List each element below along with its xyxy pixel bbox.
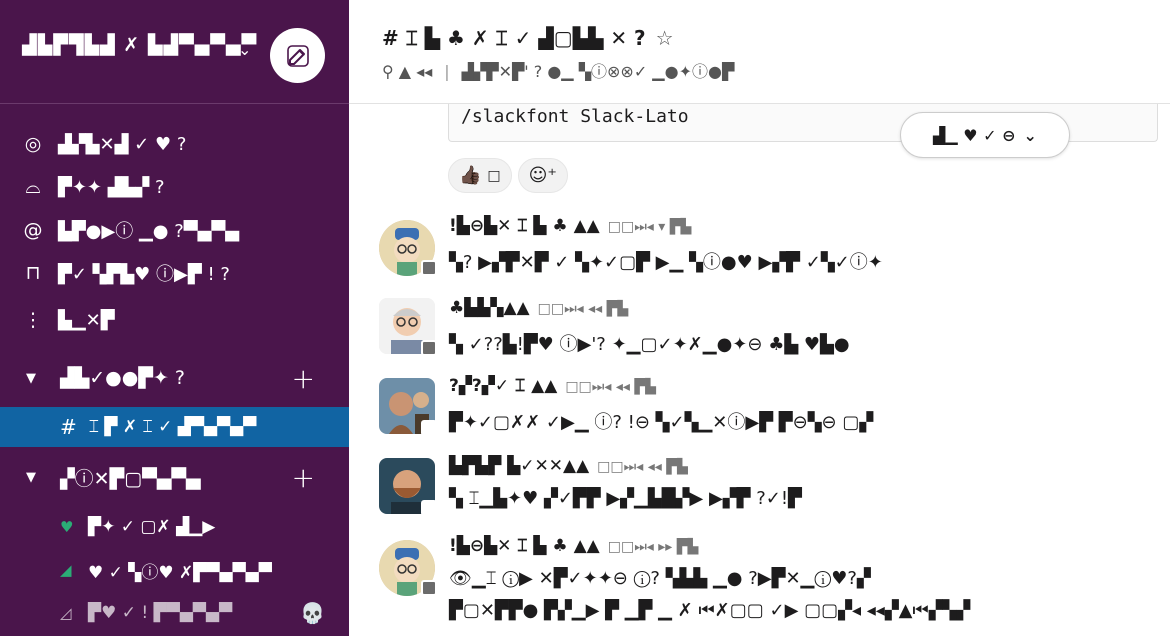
presence-badge bbox=[421, 580, 437, 596]
sidebar-item-dm[interactable]: ◿ ▛♥ ✓ ! ▛▀▄▀▄▀ 💀 bbox=[0, 593, 349, 633]
status-triangle-outline-icon: ◿ bbox=[60, 604, 72, 622]
compose-button[interactable] bbox=[270, 28, 325, 83]
timestamp: □□⏭◂ ◂◂ ▛▙ bbox=[565, 379, 656, 395]
nav-label: ▛✦✦ ▟▙▞ ? bbox=[58, 176, 165, 198]
section-direct-messages[interactable]: ▼ ▞ⓘ✕▛▢▀▄▀▄ + bbox=[0, 457, 349, 497]
message-text: ▛✦✓▢✗✗ ✓▶▁ ⓘ? !⊖ ▚✓▚▁✕ⓘ▶▛ ▛⊖▚⊖ ▢▞ bbox=[449, 412, 874, 433]
message-text: ▚? ▶▞▛✕▛ ✓ ▚✦✓▢▛ ▶▁ ▚ⓘ●♥ ▶▞▛ ✓▚✓ⓘ✦ bbox=[449, 252, 883, 273]
timestamp: □□⏭◂ ▸▸ ▛▙ bbox=[607, 539, 699, 555]
chevron-down-icon[interactable]: ⌄ bbox=[238, 40, 251, 59]
status-triangle-icon: ◢ bbox=[60, 561, 72, 579]
nav-mentions[interactable]: @ ▙▛●▶ⓘ ▁● ?▀▄▀▄ bbox=[0, 212, 349, 248]
workspace-name[interactable]: ▟▙▛▜▙▟ ✗ ▙▟▀▄▀▄▀ bbox=[22, 34, 257, 56]
nav-label: ▟▞▙✕▟ ✓ ♥ ? bbox=[58, 133, 187, 155]
at-icon: @ bbox=[23, 219, 43, 241]
chevron-down-icon: ⌄ bbox=[1023, 125, 1037, 145]
threads-icon: ◎ bbox=[24, 133, 42, 155]
dm-label: ▛♥ ✓ ! ▛▀▄▀▄▀ bbox=[88, 603, 233, 623]
sidebar: ▟▙▛▜▙▟ ✗ ▙▟▀▄▀▄▀ ⌄ ◎ ▟▞▙✕▟ ✓ ♥ ? ⌓ ▛✦✦ ▟… bbox=[0, 0, 349, 636]
add-channel-button[interactable]: + bbox=[292, 362, 315, 395]
add-dm-button[interactable]: + bbox=[292, 461, 315, 494]
add-reaction-button[interactable]: ☺⁺ bbox=[517, 158, 568, 193]
nav-threads[interactable]: ◎ ▟▞▙✕▟ ✓ ♥ ? bbox=[0, 126, 349, 162]
caret-down-icon: ▼ bbox=[26, 370, 36, 386]
more-vertical-icon: ⋮ bbox=[23, 309, 43, 331]
message-text: ▛▢✕▛▛● ▛▞▁▶ ▛ ▁▛ ▁ ✗ ⏮✗▢▢ ✓▶ ▢▢▞◂ ◂◂▞▲⏮▞… bbox=[449, 600, 971, 621]
compose-icon bbox=[286, 44, 309, 67]
timestamp: □□⏭◂ ◂◂ ▛▙ bbox=[537, 301, 629, 317]
dm-label: ♥ ✓ ▚ⓘ♥ ✗▛▀▄▀▄▀ bbox=[88, 562, 272, 583]
hash-icon: # bbox=[60, 415, 77, 439]
nav-saved[interactable]: ⊓ ▛✓ ▚▛▙♥ ⓘ▶▛ ! ? bbox=[0, 255, 349, 291]
reaction-thumbs-up[interactable]: 👍🏿 □ bbox=[448, 158, 512, 193]
sender-name[interactable]: ▙▛▙▛ ▙✓✕✕▲▲ □□⏭◂ ◂◂ ▛▙ bbox=[449, 456, 688, 476]
sidebar-item-dm[interactable]: ◢ ♥ ✓ ▚ⓘ♥ ✗▛▀▄▀▄▀ bbox=[0, 550, 349, 590]
status-heart-icon: ♥ bbox=[60, 518, 74, 536]
sender-name[interactable]: !▙⊖▙✕ ⌶ ▙ ♣ ▲▲ □□⏭◂ ▸▸ ▛▙ bbox=[449, 536, 698, 556]
nav-dms[interactable]: ⌓ ▛✦✦ ▟▙▞ ? bbox=[0, 169, 349, 205]
chat-icon: ⌓ bbox=[25, 176, 41, 198]
channel-title[interactable]: # ⌶ ▙ ♣ ✗ ⌶ ✓ ▟▢▙▙ ✕ ? ☆ bbox=[382, 26, 674, 50]
nav-label: ▙▁✕▛ bbox=[58, 309, 115, 331]
timestamp: □□⏭◂ ▾ ▛▙ bbox=[607, 219, 692, 235]
reaction-count: □ bbox=[487, 167, 501, 184]
section-label: ▞ⓘ✕▛▢▀▄▀▄ bbox=[60, 467, 201, 490]
font-dropdown[interactable]: ▟▁ ♥ ✓ ⊖ ⌄ bbox=[900, 112, 1070, 158]
nav-label: ▛✓ ▚▛▙♥ ⓘ▶▛ ! ? bbox=[58, 264, 230, 285]
sender-name[interactable]: !▙⊖▙✕ ⌶ ▙ ♣ ▲▲ □□⏭◂ ▾ ▛▙ bbox=[449, 216, 691, 236]
presence-badge bbox=[421, 340, 437, 356]
star-icon[interactable]: ☆ bbox=[656, 26, 674, 50]
presence-badge bbox=[421, 420, 437, 436]
nav-more[interactable]: ⋮ ▙▁✕▛ bbox=[0, 302, 349, 338]
timestamp: □□⏭◂ ◂◂ ▛▙ bbox=[597, 459, 688, 475]
presence-badge bbox=[421, 500, 437, 516]
reactions-bar: 👍🏿 □ ☺⁺ bbox=[448, 158, 568, 193]
skull-icon: 💀 bbox=[300, 601, 325, 625]
presence-badge bbox=[421, 260, 437, 276]
channel-header: # ⌶ ▙ ♣ ✗ ⌶ ✓ ▟▢▙▙ ✕ ? ☆ ⚲ ▲ ◂◂ | ▟▞▛✕▛' ? … bbox=[349, 0, 1170, 104]
add-reaction-icon: ☺⁺ bbox=[528, 165, 557, 186]
channel-topic: ▟▞▛✕▛' ? ●▁ ▚ⓘ⊗⊗✓ ▁●✦ⓘ●▛ bbox=[461, 62, 735, 81]
sidebar-item-dm[interactable]: ♥ ▛✦ ✓ ▢✗ ▟▁▶ bbox=[0, 507, 349, 547]
main-pane: /slackfont Slack-Lato ▟▁ ♥ ✓ ⊖ ⌄ 👍🏿 □ ☺⁺… bbox=[349, 0, 1170, 636]
bookmark-icon: ⊓ bbox=[25, 262, 41, 284]
dm-label: ▛✦ ✓ ▢✗ ▟▁▶ bbox=[88, 517, 216, 537]
section-label: ▟▙✓●●▛✦ ? bbox=[60, 367, 185, 389]
sender-name[interactable]: ?▞?▞✓ ⌶ ▲▲ □□⏭◂ ◂◂ ▛▙ bbox=[449, 376, 656, 396]
dropdown-label: ▟▁ ♥ ✓ ⊖ bbox=[933, 125, 1016, 145]
message-text: ▚ ✓??▙!▛♥ ⓘ▶'? ✦▁▢✓✦✗▁●✦⊖ ♣▙ ♥▙● bbox=[449, 334, 850, 355]
section-channels[interactable]: ▼ ▟▙✓●●▛✦ ? + bbox=[0, 358, 349, 398]
sender-name[interactable]: ♣▙▙▚▲▲ □□⏭◂ ◂◂ ▛▙ bbox=[449, 298, 628, 318]
pin-icon[interactable]: ⚲ ▲ ◂◂ bbox=[382, 62, 432, 81]
sidebar-item-active-channel[interactable]: # ⌶ ▛ ✗ ⌶ ✓ ▟▀▄▀▄▀ bbox=[0, 407, 349, 447]
nav-label: ▙▛●▶ⓘ ▁● ?▀▄▀▄ bbox=[58, 221, 240, 242]
caret-down-icon: ▼ bbox=[26, 469, 36, 485]
message-text: ▚ ⌶▁▙✦♥ ▞✓▛▛ ▶▞▁▙█▞▶ ▶▞▛ ?✓!▛ bbox=[449, 488, 802, 509]
channel-label: ⌶ ▛ ✗ ⌶ ✓ ▟▀▄▀▄▀ bbox=[88, 417, 257, 437]
channel-meta: ⚲ ▲ ◂◂ | ▟▞▛✕▛' ? ●▁ ▚ⓘ⊗⊗✓ ▁●✦ⓘ●▛ bbox=[382, 62, 735, 81]
message-text: 👁▁⌶ ⓘ▶ ✕▛✓✦✦⊖ ⓘ? ▚▙▙ ▁● ?▶▛✕▁ⓘ♥?▞ bbox=[449, 568, 871, 589]
workspace-header: ▟▙▛▜▙▟ ✗ ▙▟▀▄▀▄▀ ⌄ bbox=[0, 0, 349, 104]
thumbs-up-icon: 👍🏿 bbox=[459, 165, 482, 186]
